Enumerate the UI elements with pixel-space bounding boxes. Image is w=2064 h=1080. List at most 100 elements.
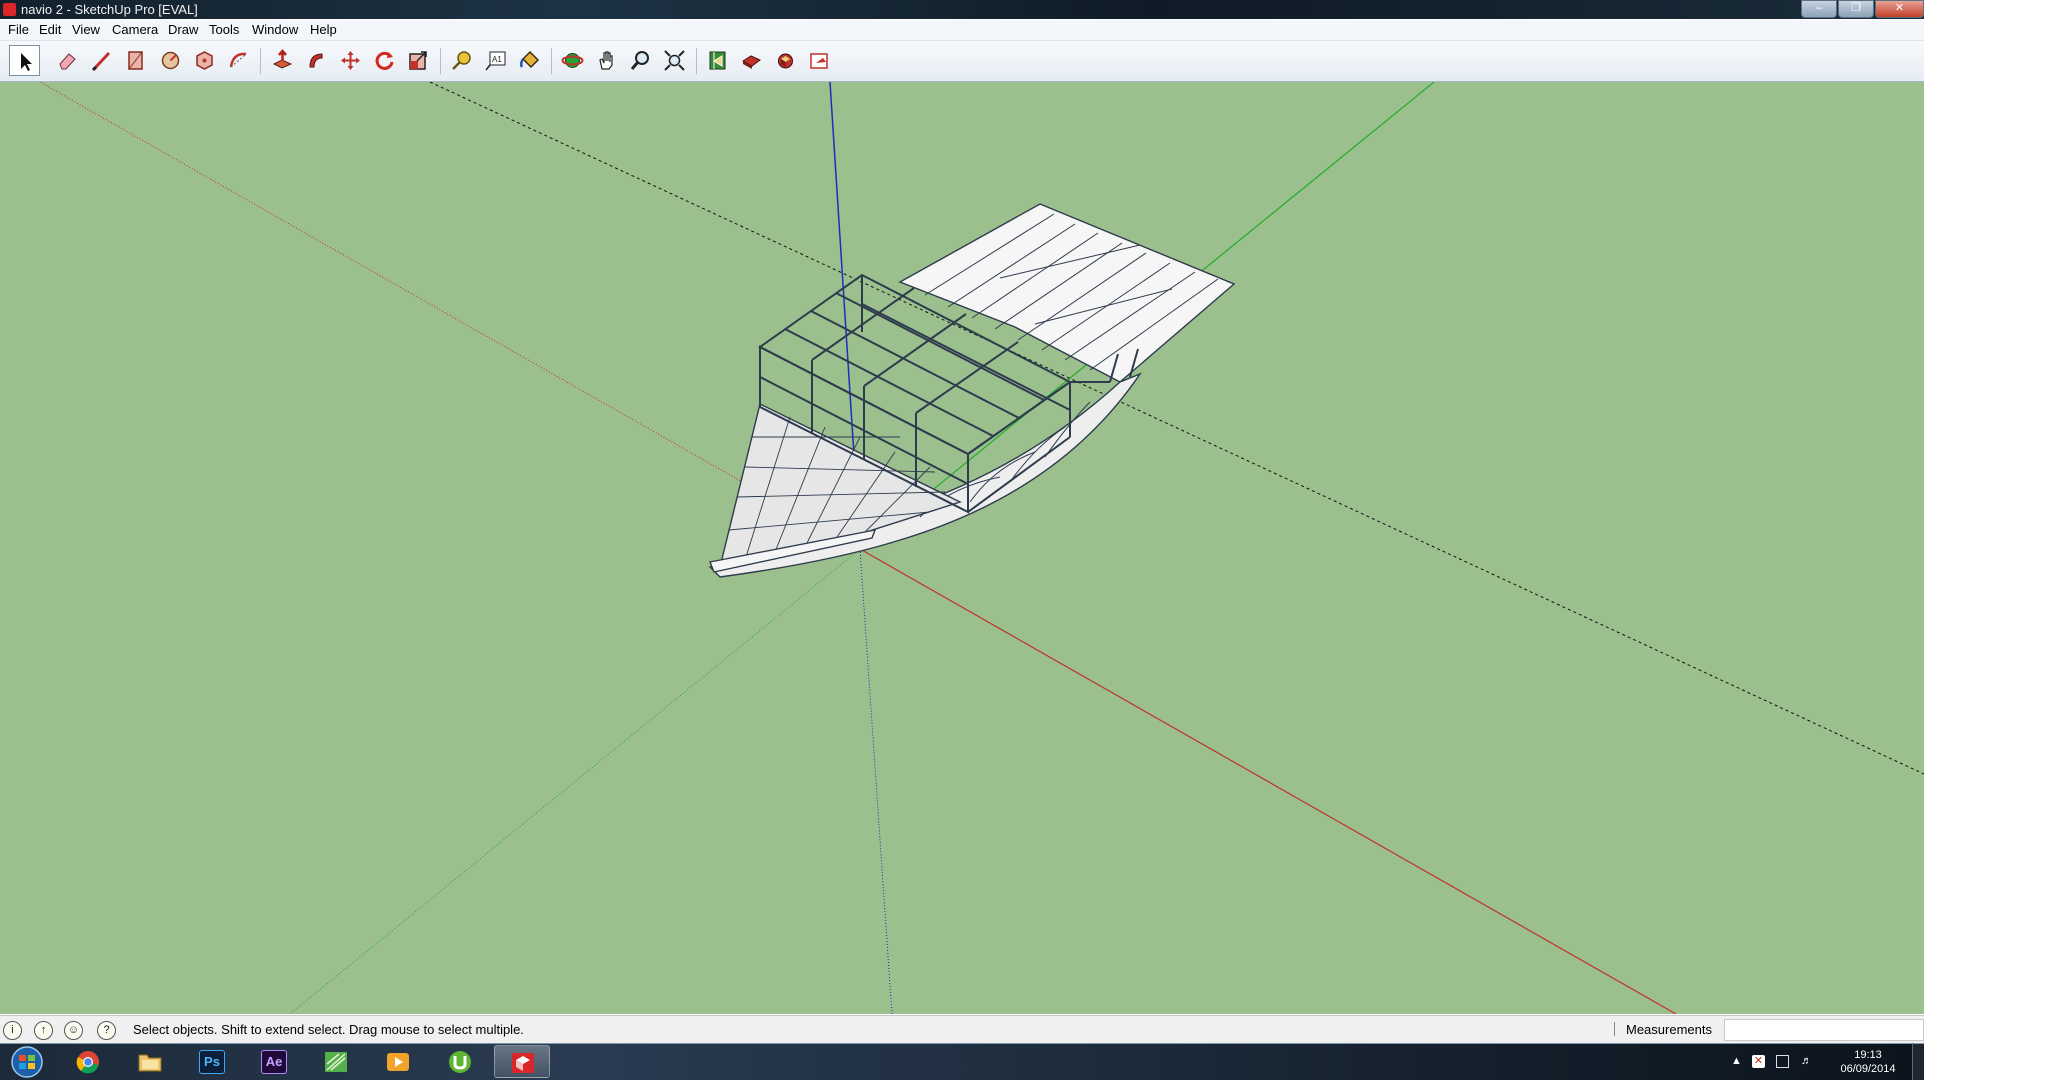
polygon-tool-button[interactable] [189,45,220,76]
measurements-input[interactable] [1724,1019,1924,1041]
eraser-tool-icon [59,53,76,70]
push-pull-tool-icon [272,49,293,69]
taskbar-photoshop[interactable]: Ps [184,1045,240,1078]
geo-location-icon[interactable]: i [3,1021,22,1040]
menu-window[interactable]: Window [252,20,298,40]
toolbar: A1 [0,41,1924,82]
line-tool-button[interactable] [86,45,117,76]
menu-bar: File Edit View Camera Draw Tools Window … [0,20,1924,41]
menu-draw[interactable]: Draw [168,20,198,40]
select-tool-button[interactable] [9,45,40,76]
rotate-tool-button[interactable] [369,45,400,76]
zoom-extents-tool-button[interactable] [659,45,690,76]
orbit-tool-button[interactable] [557,45,588,76]
toolbar-separator [551,48,552,74]
menu-view[interactable]: View [72,20,100,40]
follow-me-tool-button[interactable] [301,45,332,76]
network-icon[interactable] [1776,1055,1789,1068]
zoom-tool-icon [630,51,649,70]
photoshop-label: Ps [204,1054,220,1069]
move-tool-button[interactable] [335,45,366,76]
menu-camera[interactable]: Camera [112,20,158,40]
eraser-tool-button[interactable] [52,45,83,76]
share-component-icon [778,53,793,69]
ship-model[interactable] [708,203,1236,578]
toolbar-separator [696,48,697,74]
sketchup-app-icon[interactable] [3,3,16,16]
taskbar-after-effects[interactable]: Ae [246,1045,302,1078]
pan-tool-icon [599,51,613,70]
scale-tool-button[interactable] [403,45,434,76]
help-icon[interactable]: ? [97,1021,116,1040]
arc-tool-button[interactable] [223,45,254,76]
action-center-icon[interactable]: ✕ [1752,1055,1765,1068]
send-to-layout-icon [810,53,828,69]
sketchup-window: navio 2 - SketchUp Pro [EVAL] – ❐ ✕ File… [0,0,1925,1080]
push-pull-tool-button[interactable] [267,45,298,76]
window-controls: – ❐ ✕ [1800,0,1924,18]
toolbar-separator [440,48,441,74]
text-tool-icon: A1 [485,51,506,71]
taskbar-utorrent[interactable] [432,1045,488,1078]
circle-tool-button[interactable] [155,45,186,76]
credits-icon[interactable]: ↑ [34,1021,53,1040]
close-button[interactable]: ✕ [1875,0,1924,18]
media-player-icon [387,1053,409,1071]
pan-tool-button[interactable] [591,45,622,76]
scale-tool-icon [409,51,427,70]
deck-surface[interactable] [898,203,1236,383]
sign-in-icon[interactable]: ☺ [64,1021,83,1040]
taskbar-chrome[interactable] [60,1045,116,1078]
model-canvas[interactable] [0,82,1924,1014]
share-model-icon [742,55,761,69]
model-viewport[interactable] [0,82,1924,1014]
rectangle-tool-button[interactable] [120,45,151,76]
sketchup-icon [512,1053,534,1073]
taskbar-file-explorer[interactable] [122,1045,178,1078]
menu-file[interactable]: File [8,20,29,40]
folder-icon [138,1054,162,1072]
get-models-button[interactable] [702,45,733,76]
status-bar: i ↑ ☺ ? Select objects. Shift to extend … [0,1015,1924,1044]
status-hint: Select objects. Shift to extend select. … [133,1022,524,1037]
restore-button[interactable]: ❐ [1838,0,1874,18]
taskbar-sketchup-layout[interactable] [308,1045,364,1078]
green-axis-negative [289,548,861,1014]
share-model-button[interactable] [736,45,767,76]
windows-start-icon[interactable] [6,1046,48,1078]
share-component-button[interactable] [770,45,801,76]
send-to-layout-button[interactable] [804,45,835,76]
paint-bucket-tool-button[interactable] [514,45,545,76]
window-title: navio 2 - SketchUp Pro [EVAL] [21,2,198,17]
red-axis [859,548,1677,1014]
layout-app-icon [325,1052,347,1072]
svg-text:A1: A1 [492,55,502,64]
volume-icon[interactable]: ♬ [1800,1055,1813,1068]
taskbar-sketchup[interactable] [494,1045,550,1078]
rectangle-tool-icon [128,51,143,70]
menu-edit[interactable]: Edit [39,20,61,40]
arc-tool-icon [229,52,247,68]
orbit-tool-icon [561,53,584,68]
text-tool-button[interactable]: A1 [480,45,511,76]
title-bar: navio 2 - SketchUp Pro [EVAL] – ❐ ✕ [0,0,1924,19]
show-hidden-icons-icon[interactable]: ▲ [1730,1055,1743,1068]
line-tool-icon [91,51,111,72]
taskbar-media-player[interactable] [370,1045,426,1078]
toolbar-separator [260,48,261,74]
guide-line [429,82,1924,775]
chrome-icon [76,1051,99,1074]
minimize-button[interactable]: – [1801,0,1837,18]
status-divider [1614,1022,1615,1036]
menu-help[interactable]: Help [310,20,337,40]
desktop-blank-area [1924,0,2064,1080]
zoom-tool-button[interactable] [625,45,656,76]
clock-time: 19:13 [1854,1049,1882,1061]
tape-measure-tool-button[interactable] [446,45,477,76]
measurements-label: Measurements [1626,1022,1712,1037]
utorrent-icon [449,1051,471,1073]
red-axis-negative [39,82,861,550]
blue-axis-negative [859,548,893,1014]
clock[interactable]: 19:13 06/09/2014 [1826,1048,1910,1076]
menu-tools[interactable]: Tools [209,20,239,40]
